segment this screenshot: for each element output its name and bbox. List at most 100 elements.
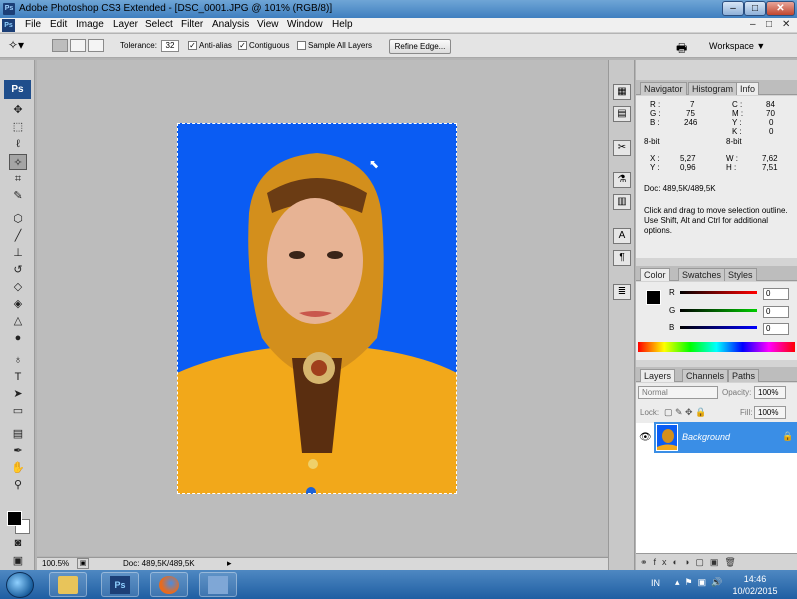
lock-icons[interactable]: ▢ ✎ ✥ 🔒 bbox=[664, 407, 706, 418]
menu-layer[interactable]: Layer bbox=[113, 19, 138, 30]
eyedropper2-icon[interactable]: ✒ bbox=[9, 443, 27, 459]
menu-window[interactable]: Window bbox=[287, 19, 323, 30]
menu-bar: Ps File Edit Image Layer Select Filter A… bbox=[0, 18, 797, 33]
tab-navigator[interactable]: Navigator bbox=[640, 82, 687, 95]
character-icon[interactable]: A bbox=[613, 228, 631, 244]
notes-icon[interactable]: ▤ bbox=[9, 426, 27, 442]
tab-info[interactable]: Info bbox=[736, 82, 760, 95]
workspace-button[interactable]: Workspace ▼ bbox=[709, 41, 765, 51]
doc-close-button[interactable]: ✕ bbox=[782, 19, 790, 30]
color-g-input[interactable]: 0 bbox=[763, 306, 789, 318]
lasso-icon[interactable]: ℓ bbox=[9, 136, 27, 152]
rectangle-icon[interactable]: ▭ bbox=[9, 403, 27, 419]
clock[interactable]: 14:46 10/02/2015 bbox=[725, 573, 785, 597]
menu-select[interactable]: Select bbox=[145, 19, 173, 30]
menu-edit[interactable]: Edit bbox=[50, 19, 67, 30]
anti-alias-checkbox[interactable]: ✓ bbox=[188, 41, 197, 50]
subtract-selection-icon[interactable] bbox=[88, 39, 104, 52]
color-spectrum[interactable] bbox=[638, 342, 795, 352]
magic-wand-icon[interactable]: ✧ bbox=[9, 154, 27, 170]
zoom-level[interactable]: 100.5% bbox=[42, 559, 69, 568]
minimize-button[interactable]: – bbox=[722, 1, 744, 16]
blend-mode-select[interactable]: Normal bbox=[638, 386, 718, 399]
healing-icon[interactable]: ⬡ bbox=[9, 211, 27, 227]
refine-edge-button[interactable]: Refine Edge... bbox=[389, 39, 451, 54]
doc-minimize-button[interactable]: – bbox=[750, 19, 756, 30]
brushes-icon[interactable]: ✂ bbox=[613, 140, 631, 156]
status-menu-icon[interactable]: ▣ bbox=[77, 558, 89, 569]
tab-layers[interactable]: Layers bbox=[640, 369, 676, 382]
ps-menu-icon[interactable]: Ps bbox=[2, 19, 15, 32]
layer-row-background[interactable]: Background 🔒 bbox=[654, 422, 797, 453]
menu-file[interactable]: File bbox=[25, 19, 41, 30]
doc-restore-button[interactable]: □ bbox=[766, 19, 772, 30]
type-icon[interactable]: T bbox=[9, 369, 27, 385]
info-m-label: M : bbox=[732, 109, 744, 118]
screen-mode-icon[interactable]: ▣ bbox=[9, 553, 27, 569]
tab-swatches[interactable]: Swatches bbox=[678, 268, 726, 281]
stamp-icon[interactable]: ⊥ bbox=[9, 245, 27, 261]
print-icon[interactable]: 🖶 bbox=[676, 39, 694, 55]
menu-filter[interactable]: Filter bbox=[181, 19, 203, 30]
move-icon[interactable]: ✥ bbox=[9, 102, 27, 118]
status-arrow-icon[interactable]: ▸ bbox=[227, 558, 232, 569]
color-fg-swatch[interactable] bbox=[646, 290, 661, 305]
brush-icon[interactable]: ╱ bbox=[9, 228, 27, 244]
start-button[interactable] bbox=[6, 572, 34, 598]
taskbar-explorer[interactable] bbox=[49, 572, 87, 597]
layer-comps-icon[interactable]: ▥ bbox=[613, 194, 631, 210]
histogram-icon[interactable]: ▤ bbox=[613, 106, 631, 122]
history-brush-icon[interactable]: ↺ bbox=[9, 262, 27, 278]
magic-wand-icon[interactable]: ✧▾ bbox=[8, 38, 38, 54]
color-b-slider[interactable] bbox=[680, 326, 757, 329]
color-r-input[interactable]: 0 bbox=[763, 288, 789, 300]
eraser-icon[interactable]: ◇ bbox=[9, 279, 27, 295]
paragraph-icon[interactable]: ¶ bbox=[613, 250, 631, 266]
opacity-input[interactable]: 100% bbox=[754, 386, 786, 399]
menu-image[interactable]: Image bbox=[76, 19, 104, 30]
taskbar-network[interactable] bbox=[199, 572, 237, 597]
crop-icon[interactable]: ⌗ bbox=[9, 171, 27, 187]
navigator-icon[interactable]: ▦ bbox=[613, 84, 631, 100]
actions-icon[interactable]: ≣ bbox=[613, 284, 631, 300]
menu-help[interactable]: Help bbox=[332, 19, 353, 30]
add-selection-icon[interactable] bbox=[70, 39, 86, 52]
document-image[interactable] bbox=[177, 123, 457, 494]
tab-styles[interactable]: Styles bbox=[724, 268, 757, 281]
zoom-icon[interactable]: ⚲ bbox=[9, 477, 27, 493]
tab-paths[interactable]: Paths bbox=[728, 369, 760, 382]
hand-icon[interactable]: ✋ bbox=[9, 460, 27, 476]
new-selection-icon[interactable] bbox=[52, 39, 68, 52]
marquee-icon[interactable]: ⬚ bbox=[9, 119, 27, 135]
paint-bucket-icon[interactable]: ◈ bbox=[9, 296, 27, 312]
tool-presets-icon[interactable]: ⚗ bbox=[613, 172, 631, 188]
tolerance-input[interactable]: 32 bbox=[161, 40, 179, 52]
visibility-eye-icon[interactable]: 👁 bbox=[639, 432, 652, 443]
fill-input[interactable]: 100% bbox=[754, 406, 786, 419]
eyedropper-icon[interactable]: ✎ bbox=[9, 188, 27, 204]
sample-all-layers-checkbox[interactable] bbox=[297, 41, 306, 50]
layers-footer-icons[interactable]: ⚭fx◐◑▢▣🗑 bbox=[636, 553, 797, 570]
contiguous-checkbox[interactable]: ✓ bbox=[238, 41, 247, 50]
contiguous-label: Contiguous bbox=[249, 41, 290, 50]
pen-icon[interactable]: ♁ bbox=[9, 352, 27, 368]
taskbar-firefox[interactable] bbox=[150, 572, 188, 597]
menu-analysis[interactable]: Analysis bbox=[212, 19, 249, 30]
close-button[interactable]: ✕ bbox=[766, 1, 795, 16]
color-g-slider[interactable] bbox=[680, 309, 757, 312]
dodge-icon[interactable]: ● bbox=[9, 330, 27, 346]
blur-icon[interactable]: △ bbox=[9, 313, 27, 329]
foreground-color-swatch[interactable] bbox=[7, 511, 22, 526]
tab-channels[interactable]: Channels bbox=[682, 369, 729, 382]
taskbar-photoshop[interactable]: Ps bbox=[101, 572, 139, 597]
quick-mask-icon[interactable]: ◙ bbox=[9, 535, 27, 551]
color-r-slider[interactable] bbox=[680, 291, 757, 294]
maximize-button[interactable]: □ bbox=[744, 1, 766, 16]
tray-icons[interactable]: ▴⚑▣🔊 bbox=[675, 577, 727, 588]
tab-color[interactable]: Color bbox=[640, 268, 670, 281]
tab-histogram[interactable]: Histogram bbox=[688, 82, 738, 95]
color-b-input[interactable]: 0 bbox=[763, 323, 789, 335]
menu-view[interactable]: View bbox=[257, 19, 279, 30]
language-indicator[interactable]: IN bbox=[651, 578, 660, 588]
path-select-icon[interactable]: ➤ bbox=[9, 386, 27, 402]
